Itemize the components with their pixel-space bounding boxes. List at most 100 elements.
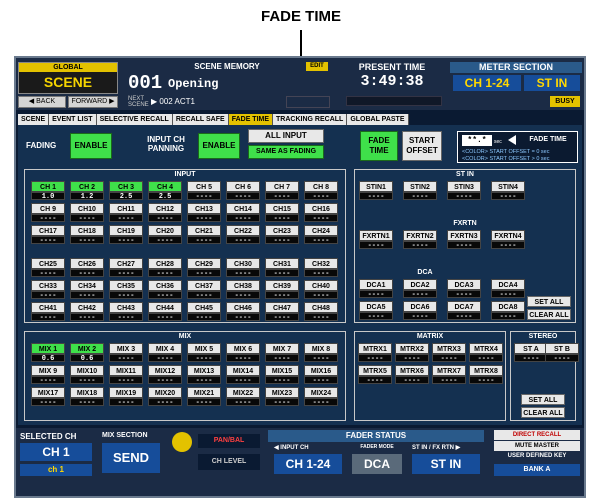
- channel-dca3[interactable]: DCA3 ----: [447, 279, 481, 299]
- panning-enable-button[interactable]: ENABLE: [198, 133, 240, 159]
- channel-ch44[interactable]: CH44 ----: [148, 302, 182, 322]
- channel-ch11[interactable]: CH11 ----: [109, 203, 143, 223]
- fading-enable-button[interactable]: ENABLE: [70, 133, 112, 159]
- channel-ch7[interactable]: CH 7 ----: [265, 181, 299, 201]
- ch-level-label[interactable]: CH LEVEL: [198, 454, 260, 470]
- tab-event-list[interactable]: EVENT LIST: [49, 114, 97, 125]
- channel-ch9[interactable]: CH 9 ----: [31, 203, 65, 223]
- channel-ch39[interactable]: CH39 ----: [265, 280, 299, 300]
- channel-fxrtn3[interactable]: FXRTN3 ----: [447, 230, 481, 250]
- channel-mix23[interactable]: MIX23 ----: [265, 387, 299, 407]
- fader-mode-value[interactable]: DCA: [352, 454, 402, 474]
- channel-mtrx4[interactable]: MTRX4 ----: [469, 343, 503, 363]
- channel-ch18[interactable]: CH18 ----: [70, 225, 104, 245]
- channel-ch46[interactable]: CH46 ----: [226, 302, 260, 322]
- channel-ch25[interactable]: CH25 ----: [31, 258, 65, 278]
- fade-time-mode-button[interactable]: FADE TIME: [360, 131, 398, 161]
- channel-dca7[interactable]: DCA7 ----: [447, 301, 481, 321]
- channel-ch1[interactable]: CH 1 1.0: [31, 181, 65, 201]
- meter-section-stin[interactable]: ST IN: [524, 75, 580, 91]
- channel-mix17[interactable]: MIX17 ----: [31, 387, 65, 407]
- channel-fxrtn1[interactable]: FXRTN1 ----: [359, 230, 393, 250]
- channel-ch43[interactable]: CH43 ----: [109, 302, 143, 322]
- channel-ch30[interactable]: CH30 ----: [226, 258, 260, 278]
- channel-ch41[interactable]: CH41 ----: [31, 302, 65, 322]
- channel-ch12[interactable]: CH12 ----: [148, 203, 182, 223]
- channel-mix14[interactable]: MIX14 ----: [226, 365, 260, 385]
- channel-stb[interactable]: ST B ----: [545, 343, 579, 363]
- mute-master-button[interactable]: MUTE MASTER: [494, 441, 580, 451]
- channel-mix8[interactable]: MIX 8 ----: [304, 343, 338, 363]
- input-ch-value[interactable]: CH 1-24: [274, 454, 342, 474]
- tab-scene[interactable]: SCENE: [18, 114, 50, 125]
- channel-ch10[interactable]: CH10 ----: [70, 203, 104, 223]
- channel-mtrx7[interactable]: MTRX7 ----: [432, 365, 466, 385]
- channel-stin3[interactable]: STIN3 ----: [447, 181, 481, 201]
- channel-mix4[interactable]: MIX 4 ----: [148, 343, 182, 363]
- channel-mtrx5[interactable]: MTRX5 ----: [358, 365, 392, 385]
- channel-stin1[interactable]: STIN1 ----: [359, 181, 393, 201]
- channel-mix11[interactable]: MIX11 ----: [109, 365, 143, 385]
- global-scene-indicator[interactable]: GLOBAL SCENE: [18, 62, 118, 94]
- channel-ch19[interactable]: CH19 ----: [109, 225, 143, 245]
- channel-ch42[interactable]: CH42 ----: [70, 302, 104, 322]
- channel-ch5[interactable]: CH 5 ----: [187, 181, 221, 201]
- channel-ch38[interactable]: CH38 ----: [226, 280, 260, 300]
- channel-mtrx2[interactable]: MTRX2 ----: [395, 343, 429, 363]
- channel-mix19[interactable]: MIX19 ----: [109, 387, 143, 407]
- channel-dca2[interactable]: DCA2 ----: [403, 279, 437, 299]
- channel-ch29[interactable]: CH29 ----: [187, 258, 221, 278]
- tab-global-paste[interactable]: GLOBAL PASTE: [347, 114, 409, 125]
- channel-ch40[interactable]: CH40 ----: [304, 280, 338, 300]
- channel-ch3[interactable]: CH 3 2.5: [109, 181, 143, 201]
- channel-mix2[interactable]: MIX 2 0.6: [70, 343, 104, 363]
- channel-ch2[interactable]: CH 2 1.2: [70, 181, 104, 201]
- channel-ch21[interactable]: CH21 ----: [187, 225, 221, 245]
- channel-sta[interactable]: ST A ----: [514, 343, 548, 363]
- channel-ch8[interactable]: CH 8 ----: [304, 181, 338, 201]
- channel-ch13[interactable]: CH13 ----: [187, 203, 221, 223]
- channel-ch28[interactable]: CH28 ----: [148, 258, 182, 278]
- channel-ch4[interactable]: CH 4 2.5: [148, 181, 182, 201]
- input-set-all-button[interactable]: SET ALL: [527, 296, 571, 307]
- same-as-fading-button[interactable]: SAME AS FADING: [248, 145, 324, 159]
- channel-mix6[interactable]: MIX 6 ----: [226, 343, 260, 363]
- pan-bal-label[interactable]: PAN/BAL: [198, 434, 260, 448]
- back-button[interactable]: ◀ BACK: [18, 96, 66, 108]
- channel-mix21[interactable]: MIX21 ----: [187, 387, 221, 407]
- channel-fxrtn2[interactable]: FXRTN2 ----: [403, 230, 437, 250]
- channel-ch47[interactable]: CH47 ----: [265, 302, 299, 322]
- channel-mix3[interactable]: MIX 3 ----: [109, 343, 143, 363]
- channel-mix5[interactable]: MIX 5 ----: [187, 343, 221, 363]
- channel-mix1[interactable]: MIX 1 0.6: [31, 343, 65, 363]
- channel-mix13[interactable]: MIX13 ----: [187, 365, 221, 385]
- forward-button[interactable]: FORWARD ▶: [68, 96, 118, 108]
- channel-ch33[interactable]: CH33 ----: [31, 280, 65, 300]
- channel-ch31[interactable]: CH31 ----: [265, 258, 299, 278]
- channel-ch32[interactable]: CH32 ----: [304, 258, 338, 278]
- channel-ch24[interactable]: CH24 ----: [304, 225, 338, 245]
- channel-mix10[interactable]: MIX10 ----: [70, 365, 104, 385]
- channel-ch14[interactable]: CH14 ----: [226, 203, 260, 223]
- channel-mtrx1[interactable]: MTRX1 ----: [358, 343, 392, 363]
- channel-mix22[interactable]: MIX22 ----: [226, 387, 260, 407]
- channel-dca4[interactable]: DCA4 ----: [491, 279, 525, 299]
- channel-dca8[interactable]: DCA8 ----: [491, 301, 525, 321]
- tab-fade-time[interactable]: FADE TIME: [228, 114, 274, 125]
- channel-dca6[interactable]: DCA6 ----: [403, 301, 437, 321]
- channel-ch48[interactable]: CH48 ----: [304, 302, 338, 322]
- channel-dca5[interactable]: DCA5 ----: [359, 301, 393, 321]
- channel-ch36[interactable]: CH36 ----: [148, 280, 182, 300]
- direct-recall-button[interactable]: DIRECT RECALL: [494, 430, 580, 440]
- tab-tracking-recall[interactable]: TRACKING RECALL: [273, 114, 348, 125]
- output-set-all-button[interactable]: SET ALL: [521, 394, 565, 405]
- channel-mix20[interactable]: MIX20 ----: [148, 387, 182, 407]
- channel-ch23[interactable]: CH23 ----: [265, 225, 299, 245]
- channel-stin2[interactable]: STIN2 ----: [403, 181, 437, 201]
- bank-value[interactable]: BANK A: [494, 464, 580, 476]
- channel-ch45[interactable]: CH45 ----: [187, 302, 221, 322]
- channel-ch17[interactable]: CH17 ----: [31, 225, 65, 245]
- output-clear-all-button[interactable]: CLEAR ALL: [521, 407, 565, 418]
- channel-ch6[interactable]: CH 6 ----: [226, 181, 260, 201]
- channel-mtrx6[interactable]: MTRX6 ----: [395, 365, 429, 385]
